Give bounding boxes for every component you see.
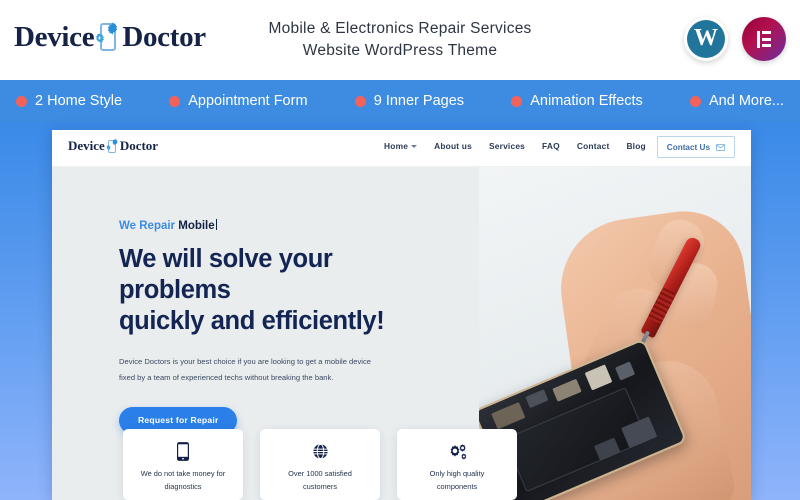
- wordpress-icon: W: [687, 20, 725, 58]
- feature-label: Appointment Form: [188, 93, 308, 109]
- gear-icon-large: [112, 138, 118, 146]
- feature-item-animation-effects: Animation Effects: [511, 93, 643, 109]
- feature-item-home-style: 2 Home Style: [16, 93, 122, 109]
- nav-item-blog[interactable]: Blog: [626, 141, 645, 151]
- hero-section: We Repair Mobile We will solve your prob…: [52, 167, 751, 500]
- envelope-icon: [716, 143, 725, 151]
- feature-card-line-2: customers: [302, 481, 338, 491]
- gear-icon-small: [106, 145, 111, 150]
- hero-eyebrow: We Repair Mobile: [119, 219, 419, 232]
- feature-card-components: Only high quality components: [397, 429, 517, 500]
- feature-card-customers: Over 1000 satisfied customers: [260, 429, 380, 500]
- globe-icon: [312, 441, 329, 461]
- platform-badges: W: [684, 17, 786, 61]
- feature-bar: 2 Home Style Appointment Form 9 Inner Pa…: [0, 80, 800, 122]
- feature-label: And More...: [709, 93, 784, 109]
- elementor-icon: [756, 30, 772, 48]
- typing-caret-icon: [215, 219, 217, 230]
- nav-item-about-us[interactable]: About us: [434, 141, 472, 151]
- nav-item-label: Home: [384, 141, 409, 151]
- feature-label: 9 Inner Pages: [373, 93, 465, 109]
- site-logo-word-1: Device: [68, 138, 105, 153]
- bullet-dot-icon: [354, 95, 366, 107]
- nav-item-services[interactable]: Services: [489, 141, 525, 151]
- feature-card-text: Only high quality components: [418, 468, 497, 494]
- nav-item-faq[interactable]: FAQ: [542, 141, 560, 151]
- contact-us-button[interactable]: Contact Us: [656, 136, 735, 158]
- hero-copy: We Repair Mobile We will solve your prob…: [119, 219, 419, 434]
- bullet-dot-icon: [16, 95, 27, 107]
- site-menu: Home About us Services FAQ Contact Blog: [384, 141, 646, 151]
- wordpress-badge[interactable]: W: [684, 17, 728, 61]
- hero-title-line-2: quickly and efficiently!: [119, 307, 385, 336]
- hero-eyebrow-keyword: Mobile: [178, 220, 215, 232]
- site-logo[interactable]: Device Doctor: [68, 138, 158, 154]
- chevron-down-icon: [411, 144, 418, 148]
- hero-subtitle-line-2: fixed by a team of experienced techs wit…: [119, 372, 334, 382]
- header-tagline: Mobile & Electronics Repair Services Web…: [0, 18, 800, 63]
- feature-item-and-more: And More...: [690, 93, 784, 109]
- feature-card-line-1: Only high quality: [429, 469, 485, 478]
- nav-item-home[interactable]: Home: [384, 141, 418, 151]
- hero-eyebrow-prefix: We Repair: [119, 220, 176, 232]
- contact-us-label: Contact Us: [666, 142, 710, 152]
- feature-item-appointment-form: Appointment Form: [169, 93, 308, 109]
- feature-label: 2 Home Style: [35, 93, 123, 109]
- screenshot-root: Device Doctor Mobile & Electronics Repai…: [0, 0, 800, 500]
- feature-card-text: We do not take money for diagnostics: [129, 468, 238, 494]
- feature-card-line-1: We do not take money for: [140, 469, 226, 478]
- site-logo-word-2: Doctor: [119, 138, 159, 153]
- website-preview-panel: Device Doctor Home About us Services FAQ…: [52, 130, 751, 500]
- feature-card-diagnostics: We do not take money for diagnostics: [123, 429, 243, 500]
- hero-repair-photo: [479, 167, 751, 500]
- bullet-dot-icon: [169, 95, 181, 107]
- header-tagline-line-2: Website WordPress Theme: [302, 42, 498, 60]
- mobile-phone-icon: [177, 441, 189, 461]
- gears-icon: [448, 441, 467, 461]
- hero-subtitle-line-1: Device Doctors is your best choice if yo…: [119, 357, 371, 367]
- site-navbar: Device Doctor Home About us Services FAQ…: [52, 130, 751, 167]
- feature-card-text: Over 1000 satisfied customers: [276, 468, 364, 494]
- hero-subtitle: Device Doctors is your best choice if yo…: [119, 354, 387, 384]
- nav-item-contact[interactable]: Contact: [577, 141, 610, 151]
- feature-card-line-2: diagnostics: [164, 481, 202, 491]
- header-tagline-line-1: Mobile & Electronics Repair Services: [268, 20, 532, 37]
- feature-item-inner-pages: 9 Inner Pages: [354, 93, 465, 109]
- page-header: Device Doctor Mobile & Electronics Repai…: [0, 0, 800, 80]
- feature-card-line-1: Over 1000 satisfied: [288, 469, 352, 478]
- bullet-dot-icon: [690, 95, 702, 107]
- feature-cards: We do not take money for diagnostics Ove…: [123, 429, 517, 500]
- hero-title-line-1: We will solve your problems: [119, 245, 333, 305]
- phone-gears-icon: [106, 138, 119, 154]
- elementor-badge[interactable]: [742, 17, 786, 61]
- bullet-dot-icon: [511, 95, 523, 107]
- feature-label: Animation Effects: [530, 93, 643, 109]
- feature-card-line-2: components: [436, 481, 478, 491]
- hero-title: We will solve your problems quickly and …: [119, 244, 419, 337]
